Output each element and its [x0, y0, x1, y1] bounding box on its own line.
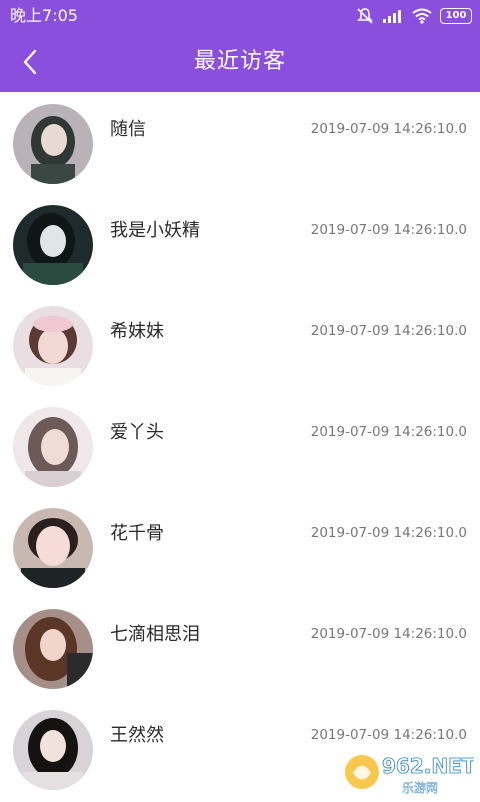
visitor-row[interactable]: 花千骨 2019-07-09 14:26:10.0	[0, 496, 480, 597]
avatar[interactable]	[13, 104, 93, 184]
visitor-name: 花千骨	[110, 523, 164, 545]
avatar[interactable]	[13, 508, 93, 588]
avatar[interactable]	[13, 609, 93, 689]
visitor-row[interactable]: 随信 2019-07-09 14:26:10.0	[0, 92, 480, 193]
visitor-name: 我是小妖精	[110, 220, 200, 242]
visit-time: 2019-07-09 14:26:10.0	[311, 120, 467, 138]
visitor-row[interactable]: 爱丫头 2019-07-09 14:26:10.0	[0, 395, 480, 496]
mute-icon	[356, 7, 374, 25]
visit-time: 2019-07-09 14:26:10.0	[311, 423, 467, 441]
visitor-row[interactable]: 希妹妹 2019-07-09 14:26:10.0	[0, 294, 480, 395]
wifi-icon	[412, 8, 432, 24]
avatar[interactable]	[13, 205, 93, 285]
visitor-name: 王然然	[110, 725, 164, 747]
watermark-brand: 962.NET	[382, 754, 474, 778]
visitor-list: 随信 2019-07-09 14:26:10.0 我是小妖精 2019-07-0…	[0, 92, 480, 799]
avatar[interactable]	[13, 306, 93, 386]
visit-time: 2019-07-09 14:26:10.0	[311, 221, 467, 239]
visitor-name: 七滴相思泪	[110, 624, 200, 646]
avatar[interactable]	[13, 407, 93, 487]
visitor-row[interactable]: 我是小妖精 2019-07-09 14:26:10.0	[0, 193, 480, 294]
status-bar: 晚上7:05 100	[0, 0, 480, 32]
visit-time: 2019-07-09 14:26:10.0	[311, 625, 467, 643]
visit-time: 2019-07-09 14:26:10.0	[311, 726, 467, 744]
status-time: 晚上7:05	[10, 6, 78, 26]
nav-bar: 最近访客	[0, 32, 480, 92]
site-watermark: 962.NET 乐游网	[342, 746, 474, 798]
signal-icon	[382, 8, 404, 24]
page-title: 最近访客	[0, 32, 480, 92]
visit-time: 2019-07-09 14:26:10.0	[311, 524, 467, 542]
visitor-name: 希妹妹	[110, 321, 164, 343]
visitor-name: 爱丫头	[110, 422, 164, 444]
status-icons: 100	[356, 6, 472, 26]
battery-icon: 100	[440, 8, 472, 24]
watermark-subtitle: 乐游网	[402, 781, 438, 795]
avatar[interactable]	[13, 710, 93, 790]
visit-time: 2019-07-09 14:26:10.0	[311, 322, 467, 340]
visitor-name: 随信	[110, 119, 146, 141]
visitor-row[interactable]: 七滴相思泪 2019-07-09 14:26:10.0	[0, 597, 480, 698]
